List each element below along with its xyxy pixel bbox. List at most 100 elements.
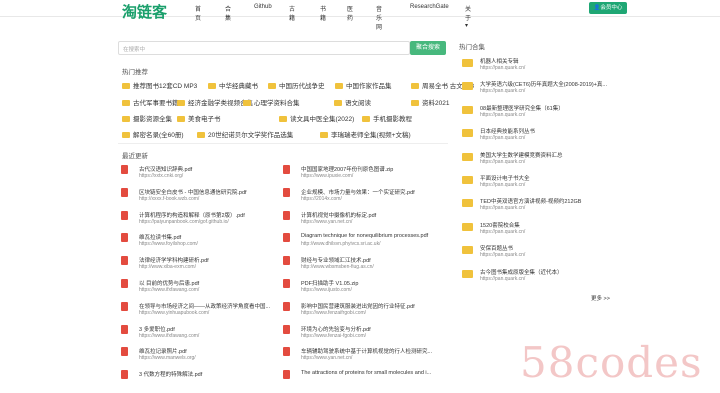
hot-tag[interactable]: 中国历代战争史 (268, 80, 325, 90)
file-item[interactable]: 财经与专业领域汇江技术.pdf http://www.wbsmsben-fiug.… (283, 256, 448, 277)
file-icon (121, 347, 128, 357)
file-item[interactable]: 3 多爱职位.pdf https://www.ifxfawang.com/ (121, 324, 286, 346)
file-item[interactable]: 计算机程序的构造和解释（原书第2版）.pdf https://paiyunpanb… (121, 210, 286, 232)
member-center-button[interactable]: 👤会员中心 (589, 2, 627, 14)
folder-icon (411, 100, 419, 106)
collection-item[interactable]: 美国大学生数学建模竞赛资料汇总 https://pan.quark.cn/ (462, 151, 622, 173)
file-item[interactable]: 维瓦拉读书集.pdf https://www.foyilshop.com/ (121, 233, 286, 254)
folder-icon (462, 269, 473, 278)
recent-section-title: 最近更新 (122, 153, 148, 160)
hot-tag[interactable]: 手机摄影教程 (362, 113, 412, 123)
file-item[interactable]: 以 目前的优势与后患.pdf https://www.ifxfawang.com/ (121, 279, 286, 300)
nav-link[interactable]: 古籍 (289, 4, 295, 22)
hot-tag[interactable]: 推荐图书12套CD MP3 (122, 80, 197, 90)
watermark: 58codes (520, 338, 703, 387)
file-item[interactable]: 在领导与市场经济之间——从政策经济学角度看中国... https://www.yi… (121, 301, 286, 323)
folder-icon (411, 83, 419, 89)
collection-item[interactable]: 08最新整理医学研究全集（61集） https://pan.quark.cn/ (462, 104, 622, 126)
side-section-title: 热门合集 (459, 44, 485, 51)
folder-icon (462, 59, 473, 67)
collection-item[interactable]: TED中英双语官方演讲视频-视频约212GB https://pan.quark.… (462, 197, 622, 219)
file-icon (283, 256, 290, 266)
file-icon (283, 370, 290, 380)
collection-item[interactable]: 平面设计电子书大全 https://pan.quark.cn/ (462, 174, 622, 196)
divider (118, 143, 448, 144)
folder-icon (462, 129, 473, 138)
folder-icon (122, 83, 130, 89)
file-item[interactable]: 古代汉语知识辞典.pdf https://xxtx.cnki.org/ (121, 165, 286, 186)
file-icon (121, 210, 128, 220)
folder-icon (122, 116, 130, 122)
folder-icon (462, 222, 473, 231)
file-icon (283, 324, 290, 334)
file-icon (121, 370, 128, 380)
nav-link[interactable]: 音乐网 (376, 4, 382, 31)
collection-item[interactable]: 1520套院校合集 https://pan.quark.cn/ (462, 221, 622, 243)
collection-item[interactable]: 机器人相关专辑 https://pan.quark.cn/ (462, 57, 622, 79)
hot-tag[interactable]: 李瑞瑞老师全集(视频+文稿) (320, 129, 411, 139)
collection-item[interactable]: 大学英语六级(CET6)历年真题大全(2008-2019)+真... https:… (462, 80, 622, 102)
nav-link[interactable]: 医药 (347, 4, 353, 22)
file-icon (121, 233, 128, 243)
folder-icon (462, 82, 473, 91)
folder-icon (122, 132, 130, 138)
folder-icon (334, 100, 342, 106)
more-link[interactable]: 更多 >> (591, 294, 610, 302)
folder-icon (462, 105, 473, 114)
file-item[interactable]: 维瓦拉记录照片.pdf https://www.manwels.org/ (121, 347, 286, 368)
file-icon (283, 233, 290, 243)
nav-link[interactable]: 关于 ▾ (465, 4, 471, 29)
file-item[interactable]: PDF扫描助手 V1.05.zip https://www.ijusto.com/ (283, 279, 448, 300)
file-icon (121, 324, 128, 334)
search-input[interactable]: 在搜索中 (118, 41, 410, 55)
folder-icon (279, 116, 287, 122)
hot-section-title: 热门推荐 (122, 69, 148, 76)
folder-icon (462, 199, 473, 208)
folder-icon (462, 176, 473, 184)
hot-tag[interactable]: 经济金融学类视频合集 (177, 97, 253, 107)
file-item[interactable]: The attractions of proteins for small mo… (283, 370, 448, 391)
file-item[interactable]: 影响中国民营建筑服装进出党因的行业特征.pdf https://www.fenza… (283, 301, 448, 323)
file-icon (283, 301, 290, 311)
nav-link[interactable]: 合集 (225, 4, 231, 22)
file-item[interactable]: 环境为心的先验变与分析.pdf https://www.fenzai-fgobi.… (283, 324, 448, 346)
hot-tag[interactable]: 中国作家作品集 (335, 80, 392, 90)
folder-icon (243, 100, 251, 106)
hot-tag[interactable]: 摄影资源全集 (122, 113, 172, 123)
file-icon (121, 301, 128, 311)
folder-icon (268, 83, 276, 89)
nav-link[interactable]: 书籍 (320, 4, 326, 22)
file-item[interactable]: Diagram technique for nonequilibrium pro… (283, 233, 448, 254)
hot-tag[interactable]: 中华经典藏书 (208, 80, 258, 90)
collection-item[interactable]: 古今图书集成原版全集（近代本） https://pan.quark.cn/ (462, 268, 622, 290)
folder-icon (335, 83, 343, 89)
nav-link[interactable]: 首页 (195, 4, 201, 22)
hot-tag[interactable]: 20世纪诺贝尔文学奖作品选集 (197, 129, 293, 139)
hot-tag[interactable]: 解密名录(全60册) (122, 129, 184, 139)
collection-item[interactable]: 日本经典技能系列丛书 https://pan.quark.cn/ (462, 127, 622, 149)
collection-item[interactable]: 安保百题丛书 https://pan.quark.cn/ (462, 244, 622, 266)
file-item[interactable]: 计算机视觉中摄像机的标定.pdf https://www.yan.net.cn/ (283, 210, 448, 232)
file-item[interactable]: 中国国家地理2007年份刊原色图谱.zip https://www.ipuxie.… (283, 165, 448, 186)
folder-icon (208, 83, 216, 89)
file-icon (283, 210, 290, 220)
nav-link[interactable]: Github (254, 4, 272, 10)
folder-icon (177, 116, 185, 122)
folder-icon (462, 246, 473, 255)
hot-tag[interactable]: 资料2021 (411, 97, 449, 107)
search-button[interactable]: 聚合搜索 (410, 41, 446, 55)
hot-tag[interactable]: 心理学资料合集 (243, 97, 300, 107)
file-item[interactable]: 区块链安全白皮书 - 中国信息通信研究院.pdf http://xxxx.f-bo… (121, 187, 286, 209)
file-item[interactable]: 企业规模、市场力量与效果：一个实证研究.pdf https://2014x.com… (283, 187, 448, 209)
hot-tag[interactable]: 语文阅读 (334, 97, 371, 107)
hot-tag[interactable]: 古代军事要书籍 (122, 97, 179, 107)
nav-link[interactable]: ResearchGate (410, 4, 449, 10)
hot-tag[interactable]: 美食电子书 (177, 113, 221, 123)
hot-tag[interactable]: 读文具中医全集(2022) (279, 113, 354, 123)
file-item[interactable]: 车辆辅助驾驶系统中基于计算机视觉的行人检测研究... https://www.ya… (283, 347, 448, 368)
file-item[interactable]: 法律经济学学科构建研析.pdf http://www.xiba-exm.com/ (121, 256, 286, 277)
file-icon (283, 165, 290, 174)
file-item[interactable]: 3 代数方程的特殊解法.pdf (121, 370, 286, 391)
site-logo[interactable]: 淘链客 (122, 1, 167, 22)
folder-icon (177, 100, 185, 106)
